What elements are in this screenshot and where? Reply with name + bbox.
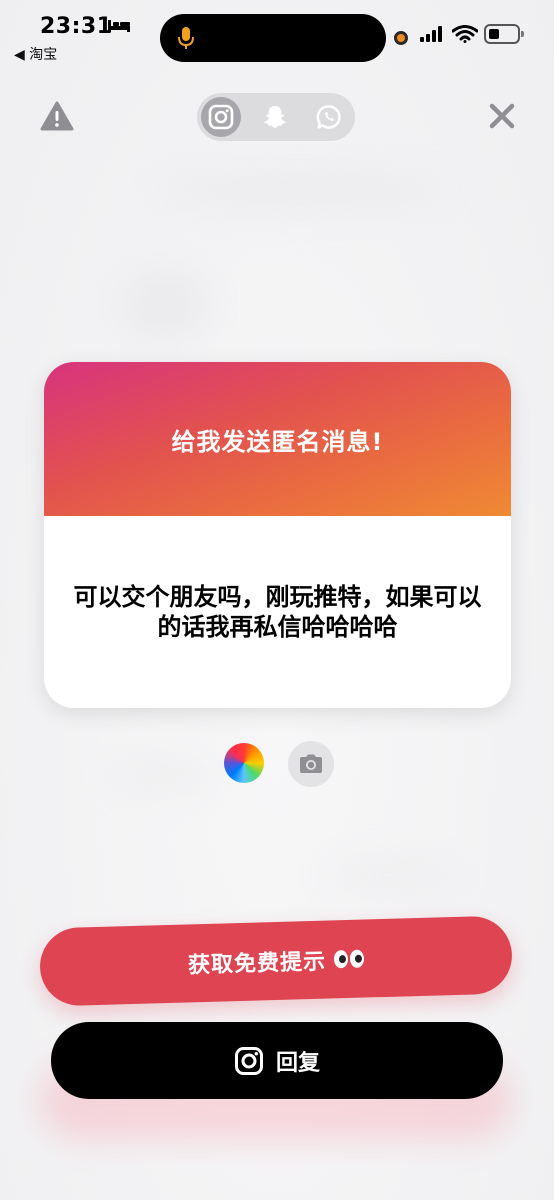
background-blur (110, 760, 220, 790)
anonymous-message-card: 给我发送匿名消息! 可以交个朋友吗，刚玩推特，如果可以的话我再私信哈哈哈哈 (44, 362, 511, 708)
platform-tab-whatsapp[interactable] (309, 97, 349, 137)
hint-button-label: 获取免费提示 (187, 949, 327, 979)
get-free-hint-button[interactable]: 获取免费提示 (39, 915, 513, 1007)
back-to-app-link[interactable]: ◀ 淘宝 (14, 44, 57, 64)
background-blur (150, 170, 450, 210)
reply-button-label: 回复 (275, 1050, 320, 1076)
message-text: 可以交个朋友吗，刚玩推特，如果可以的话我再私信哈哈哈哈 (73, 583, 482, 641)
background-blur (120, 270, 210, 340)
eyes-emoji-icon (333, 949, 365, 969)
background-blur (320, 860, 460, 890)
card-body: 可以交个朋友吗，刚玩推特，如果可以的话我再私信哈哈哈哈 (44, 516, 511, 708)
microphone-icon (178, 27, 194, 49)
color-picker-button[interactable] (224, 743, 264, 783)
recording-indicator (394, 31, 408, 45)
reply-button[interactable]: 回复 (51, 1022, 503, 1099)
card-header: 给我发送匿名消息! (44, 362, 511, 516)
whatsapp-icon (316, 105, 341, 129)
sleep-focus-icon (108, 20, 130, 32)
card-title: 给我发送匿名消息! (171, 427, 384, 456)
platform-switcher (197, 93, 355, 141)
screen: 23:31 ◀ 淘宝 给我发送匿名消息! 可以交个朋友吗，刚玩推特，如果可以的话… (0, 0, 554, 1200)
dynamic-island (160, 14, 386, 62)
report-warning-icon[interactable] (40, 101, 74, 131)
instagram-icon (208, 104, 234, 130)
instagram-icon (234, 1046, 263, 1075)
screenshot-button[interactable] (288, 741, 334, 787)
status-bar: 23:31 ◀ 淘宝 (0, 0, 554, 70)
platform-tab-instagram[interactable] (201, 97, 241, 137)
platform-tab-snapchat[interactable] (255, 97, 295, 137)
camera-icon (300, 754, 322, 773)
close-icon[interactable] (488, 102, 516, 130)
status-time: 23:31 (40, 14, 113, 39)
snapchat-icon (264, 106, 286, 128)
battery-icon (484, 24, 524, 44)
wifi-icon (452, 25, 478, 43)
cellular-signal-icon (420, 26, 442, 42)
